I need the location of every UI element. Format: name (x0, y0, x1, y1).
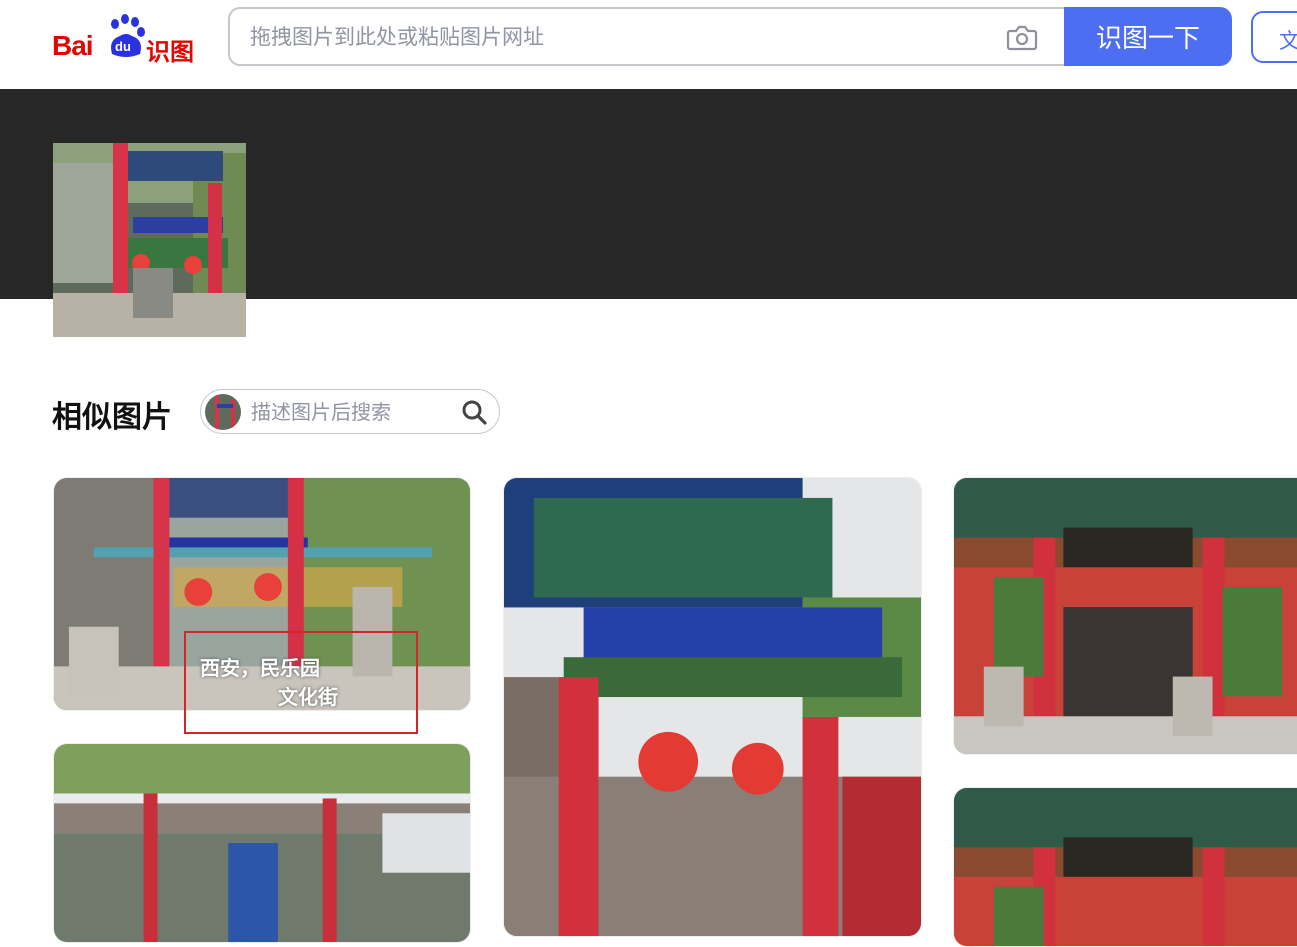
result-card[interactable] (953, 787, 1297, 947)
text-search-button[interactable]: 文 (1251, 11, 1297, 63)
search-icon[interactable] (461, 399, 487, 425)
search-submit-button[interactable]: 识图一下 (1064, 7, 1232, 66)
image-url-input[interactable] (250, 21, 990, 53)
result-caption: 文化街 (278, 685, 338, 709)
describe-input[interactable] (251, 398, 451, 426)
query-thumbnail (205, 394, 241, 430)
describe-search-box (200, 389, 500, 434)
top-header: Bai du 识图 识图一下 文 (0, 0, 1297, 89)
query-image[interactable] (53, 143, 246, 337)
result-card[interactable] (503, 477, 922, 937)
camera-icon[interactable] (1006, 23, 1038, 51)
baidu-shitu-logo[interactable]: Bai du 识图 (52, 14, 202, 66)
logo-product-text: 识图 (146, 38, 194, 66)
image-search-box (228, 7, 1066, 66)
baidu-paw-icon: du (111, 14, 145, 57)
result-card[interactable] (953, 477, 1297, 755)
similar-images-title: 相似图片 (52, 400, 172, 435)
result-card[interactable] (53, 743, 471, 943)
logo-bai-text: Bai (52, 30, 94, 61)
svg-text:du: du (115, 39, 131, 54)
result-caption: 西安，民乐园 (200, 656, 320, 680)
